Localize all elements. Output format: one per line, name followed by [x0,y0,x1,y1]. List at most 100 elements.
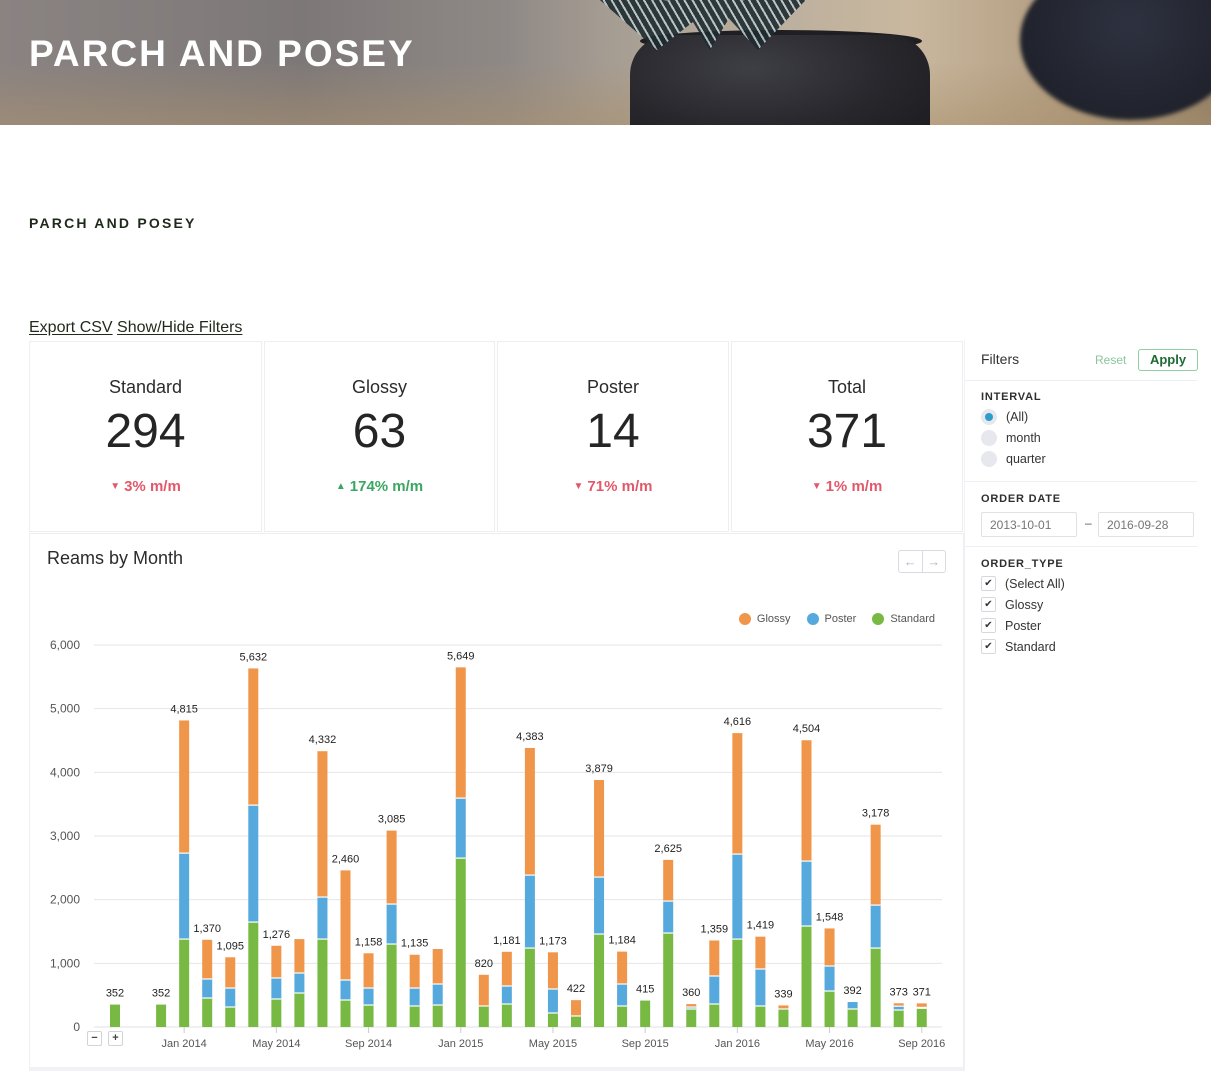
legend-item-glossy[interactable]: Glossy [738,613,791,625]
bar-segment-standard[interactable] [501,1004,512,1027]
zoom-in-icon[interactable]: + [108,1031,123,1046]
bar-segment-glossy[interactable] [870,824,881,906]
order-date-end-input[interactable] [1098,512,1194,537]
bar-segment-poster[interactable] [801,861,812,927]
arrow-left-icon[interactable]: ← [899,551,923,572]
arrow-right-icon[interactable]: → [923,551,946,572]
bar-segment-poster[interactable] [732,854,743,940]
bar-segment-standard[interactable] [640,1000,651,1027]
bar-segment-poster[interactable] [617,984,628,1006]
order-type-option-select-all[interactable]: ✔ (Select All) [981,576,1065,591]
export-csv-link[interactable]: Export CSV [29,319,113,336]
zoom-out-icon[interactable]: − [87,1031,102,1046]
bar-segment-glossy[interactable] [455,667,466,799]
bar-segment-poster[interactable] [870,905,881,949]
interval-option-all[interactable]: (All) [981,409,1028,425]
bar-segment-glossy[interactable] [179,720,190,854]
bar-segment-poster[interactable] [501,985,512,1005]
bar-segment-glossy[interactable] [547,952,558,989]
bar-segment-standard[interactable] [271,998,282,1027]
bar-segment-poster[interactable] [317,897,328,940]
bar-segment-standard[interactable] [110,1004,120,1027]
bar-segment-standard[interactable] [824,991,835,1027]
bar-segment-poster[interactable] [179,853,190,940]
bar-segment-standard[interactable] [363,1005,374,1027]
bar-segment-glossy[interactable] [755,936,766,969]
bar-segment-standard[interactable] [386,944,397,1027]
bar-segment-glossy[interactable] [271,945,282,978]
order-type-option-standard[interactable]: ✔ Standard [981,639,1056,654]
bar-segment-poster[interactable] [455,798,466,859]
bar-segment-standard[interactable] [594,934,605,1027]
bar-segment-poster[interactable] [547,988,558,1013]
interval-option-quarter[interactable]: quarter [981,451,1046,467]
bar-segment-poster[interactable] [709,976,720,1005]
bar-segment-poster[interactable] [225,988,236,1008]
radio-button[interactable] [981,430,997,446]
bar-segment-glossy[interactable] [478,974,489,1006]
radio-button-selected[interactable] [981,409,997,425]
order-type-option-poster[interactable]: ✔ Poster [981,618,1041,633]
apply-button[interactable]: Apply [1138,349,1198,371]
bar-segment-standard[interactable] [732,939,743,1027]
radio-button[interactable] [981,451,997,467]
order-type-option-glossy[interactable]: ✔ Glossy [981,597,1043,612]
bar-segment-glossy[interactable] [801,740,812,862]
bar-segment-standard[interactable] [916,1008,927,1027]
bar-segment-standard[interactable] [663,933,674,1027]
bar-segment-standard[interactable] [847,1008,858,1027]
bar-segment-glossy[interactable] [709,940,720,977]
interval-option-month[interactable]: month [981,430,1041,446]
bar-segment-standard[interactable] [686,1008,697,1027]
bar-segment-standard[interactable] [455,858,466,1027]
bar-segment-standard[interactable] [755,1005,766,1027]
bar-segment-poster[interactable] [340,980,351,1001]
legend-item-standard[interactable]: Standard [872,613,935,625]
legend-item-poster[interactable]: Poster [806,613,856,625]
order-date-start-input[interactable] [981,512,1077,537]
bar-segment-standard[interactable] [340,1000,351,1027]
bar-segment-standard[interactable] [709,1004,720,1027]
bar-segment-poster[interactable] [202,978,213,999]
bar-segment-standard[interactable] [778,1008,789,1027]
bar-segment-standard[interactable] [478,1005,489,1027]
bar-segment-standard[interactable] [179,939,190,1027]
bar-segment-glossy[interactable] [386,830,397,905]
bar-segment-standard[interactable] [432,1005,443,1027]
bar-segment-poster[interactable] [386,904,397,945]
bar-segment-standard[interactable] [156,1004,167,1027]
bar-segment-standard[interactable] [801,926,812,1027]
bar-segment-glossy[interactable] [317,751,328,898]
reset-button[interactable]: Reset [1095,353,1126,367]
checkmark-icon[interactable]: ✔ [981,597,996,612]
bar-segment-standard[interactable] [893,1010,904,1027]
bar-segment-glossy[interactable] [409,954,420,989]
bar-segment-poster[interactable] [524,875,535,949]
bar-segment-glossy[interactable] [916,1003,927,1008]
bar-segment-glossy[interactable] [340,870,351,981]
bar-segment-poster[interactable] [663,901,674,934]
bar-segment-standard[interactable] [202,998,213,1027]
bar-segment-glossy[interactable] [663,859,674,902]
bar-segment-standard[interactable] [571,1015,581,1027]
checkmark-icon[interactable]: ✔ [981,576,996,591]
bar-segment-standard[interactable] [248,922,259,1027]
bar-segment-poster[interactable] [432,984,443,1006]
bar-segment-standard[interactable] [617,1005,628,1027]
bar-segment-glossy[interactable] [524,747,535,876]
bar-segment-standard[interactable] [409,1005,420,1027]
bar-segment-glossy[interactable] [202,939,213,979]
bar-segment-poster[interactable] [363,988,374,1006]
bar-segment-poster[interactable] [271,977,282,999]
bar-segment-poster[interactable] [755,968,766,1006]
bar-segment-glossy[interactable] [732,733,743,855]
bar-segment-poster[interactable] [409,988,420,1006]
bar-segment-standard[interactable] [870,948,881,1027]
checkmark-icon[interactable]: ✔ [981,639,996,654]
show-hide-filters-link[interactable]: Show/Hide Filters [117,319,242,336]
bar-segment-glossy[interactable] [501,951,512,986]
bar-segment-poster[interactable] [824,966,835,992]
bar-segment-glossy[interactable] [432,949,443,985]
checkmark-icon[interactable]: ✔ [981,618,996,633]
bar-segment-glossy[interactable] [363,953,374,989]
